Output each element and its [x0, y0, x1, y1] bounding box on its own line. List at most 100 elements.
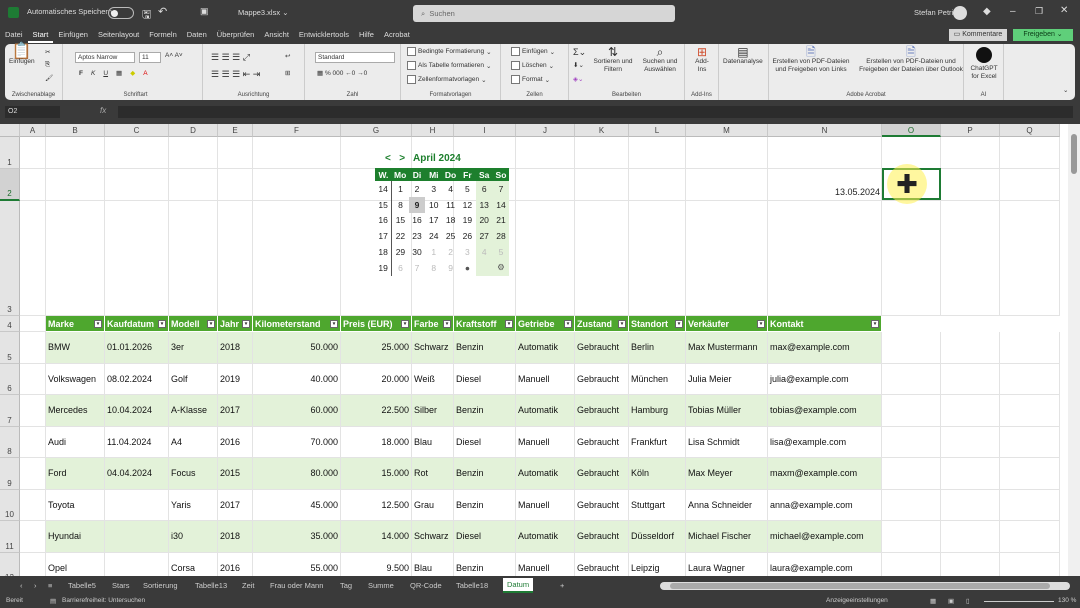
italic-icon[interactable]: K — [91, 70, 95, 77]
table-header-cell[interactable]: Kraftstoff ▾ — [454, 316, 516, 332]
table-cell[interactable]: laura@example.com — [768, 552, 882, 576]
cell[interactable] — [218, 201, 253, 316]
column-header-L[interactable]: L — [629, 124, 686, 137]
cell[interactable] — [629, 169, 686, 201]
data-analysis-button[interactable]: ▤ Datenanalyse — [723, 46, 763, 66]
table-header-cell[interactable]: Getriebe ▾ — [516, 316, 575, 332]
calendar-widget[interactable]: < > April 2024 W. Mo Di Mi Do Fr Sa So 14 1 2 3 4 5 6 7… — [375, 153, 515, 276]
accessibility-status[interactable]: Barrierefreiheit: Untersuchen — [62, 597, 145, 604]
table-header-cell[interactable]: Kontakt ▾ — [768, 316, 882, 332]
menu-tab-acrobat[interactable]: Acrobat — [379, 27, 415, 43]
row-header-12[interactable]: 12 — [0, 552, 20, 576]
filter-dropdown-icon[interactable]: ▾ — [401, 319, 409, 328]
calendar-day[interactable]: 24 — [425, 228, 442, 244]
table-cell[interactable]: Yaris — [169, 489, 218, 521]
copy-icon[interactable]: ⎘ — [45, 61, 50, 69]
calendar-day[interactable]: 8 — [392, 197, 409, 213]
table-cell[interactable]: Benzin — [454, 332, 516, 364]
sheet-tab[interactable]: Tag — [340, 581, 352, 590]
table-cell[interactable]: Weiß — [412, 363, 454, 395]
column-header-J[interactable]: J — [516, 124, 575, 137]
display-settings[interactable]: Anzeigeeinstellungen — [826, 597, 888, 604]
table-header-cell[interactable]: Modell ▾ — [169, 316, 218, 332]
calendar-day[interactable]: 5 — [492, 244, 510, 260]
table-cell[interactable]: 55.000 — [253, 552, 341, 576]
table-cell[interactable]: Mercedes — [46, 395, 105, 427]
sheet-tab[interactable]: Sortierung — [143, 581, 178, 590]
table-cell[interactable]: Manuell — [516, 489, 575, 521]
cell[interactable] — [1000, 426, 1060, 458]
autosave-toggle[interactable] — [108, 7, 134, 19]
table-cell[interactable]: Blau — [412, 426, 454, 458]
table-cell[interactable]: 01.01.2026 — [105, 332, 169, 364]
cell[interactable] — [218, 169, 253, 201]
cell[interactable] — [629, 137, 686, 169]
page-layout-icon[interactable]: ▣ — [948, 597, 954, 605]
pdf-outlook-button[interactable]: 🗎 Erstellen von PDF-Dateien und Freigeben… — [859, 46, 963, 74]
calendar-day[interactable]: 19 — [459, 213, 476, 229]
table-cell[interactable]: Golf — [169, 363, 218, 395]
cell[interactable] — [941, 137, 1000, 169]
cell[interactable] — [516, 137, 575, 169]
conditional-format-button[interactable]: Bedingte Formatierung ⌄ — [407, 47, 492, 56]
calendar-day[interactable]: 3 — [425, 181, 442, 197]
cell[interactable] — [253, 201, 341, 316]
calendar-day[interactable]: 23 — [409, 228, 426, 244]
search-input[interactable]: ⌕ Suchen — [413, 5, 675, 22]
cell[interactable] — [20, 316, 46, 332]
sheet-tab[interactable]: Zeit — [242, 581, 255, 590]
column-header-Q[interactable]: Q — [1000, 124, 1060, 137]
table-cell[interactable]: A-Klasse — [169, 395, 218, 427]
cut-icon[interactable]: ✂ — [45, 48, 50, 56]
zoom-level[interactable]: 130 % — [1058, 597, 1076, 604]
table-cell[interactable]: Volkswagen — [46, 363, 105, 395]
table-cell[interactable]: 2016 — [218, 426, 253, 458]
cell[interactable] — [941, 201, 1000, 316]
table-cell[interactable]: Diesel — [454, 426, 516, 458]
filter-dropdown-icon[interactable]: ▾ — [330, 319, 338, 328]
calendar-day[interactable]: 21 — [492, 212, 510, 229]
filter-dropdown-icon[interactable]: ▾ — [158, 319, 166, 328]
table-cell[interactable]: Gebraucht — [575, 552, 629, 576]
underline-icon[interactable]: U — [103, 70, 108, 77]
calendar-day[interactable] — [475, 259, 493, 276]
bold-icon[interactable]: F — [79, 70, 83, 77]
table-cell[interactable]: 9.500 — [341, 552, 412, 576]
font-grow-icon[interactable]: A˄ A˅ — [165, 52, 183, 59]
column-header-G[interactable]: G — [341, 124, 412, 137]
menu-tab-hilfe[interactable]: Hilfe — [354, 27, 379, 43]
column-header-F[interactable]: F — [253, 124, 341, 137]
table-header-cell[interactable]: Zustand ▾ — [575, 316, 629, 332]
cell[interactable] — [882, 458, 941, 490]
camera-icon[interactable]: ▣ — [200, 6, 209, 17]
share-button[interactable]: Freigeben ⌄ — [1013, 29, 1073, 41]
cell[interactable] — [941, 363, 1000, 395]
cell[interactable] — [253, 137, 341, 169]
filter-dropdown-icon[interactable]: ▾ — [675, 319, 683, 328]
table-cell[interactable]: Diesel — [454, 363, 516, 395]
cell[interactable] — [882, 395, 941, 427]
table-cell[interactable]: michael@example.com — [768, 521, 882, 553]
cell[interactable] — [218, 137, 253, 169]
column-header-M[interactable]: M — [686, 124, 768, 137]
cell[interactable] — [20, 489, 46, 521]
ribbon-collapse-icon[interactable]: ⌄ — [1063, 86, 1068, 94]
cell[interactable] — [575, 169, 629, 201]
calendar-day[interactable]: 14 — [492, 196, 510, 213]
calendar-settings-icon[interactable]: ⚙ — [492, 259, 510, 276]
table-cell[interactable]: 2017 — [218, 489, 253, 521]
table-cell[interactable]: Manuell — [516, 363, 575, 395]
cell[interactable] — [516, 201, 575, 316]
table-header-cell[interactable]: Standort ▾ — [629, 316, 686, 332]
calendar-day[interactable]: 17 — [425, 213, 442, 229]
format-as-table-button[interactable]: Als Tabelle formatieren ⌄ — [407, 61, 491, 70]
filter-dropdown-icon[interactable]: ▾ — [94, 319, 102, 328]
table-cell[interactable]: A4 — [169, 426, 218, 458]
insert-cells-button[interactable]: Einfügen ⌄ — [511, 47, 555, 56]
cell[interactable] — [1000, 489, 1060, 521]
calendar-day[interactable]: 7 — [409, 260, 426, 276]
table-cell[interactable]: Opel — [46, 552, 105, 576]
table-cell[interactable]: Automatik — [516, 458, 575, 490]
table-cell[interactable]: 2015 — [218, 458, 253, 490]
calendar-day[interactable]: 22 — [392, 228, 409, 244]
